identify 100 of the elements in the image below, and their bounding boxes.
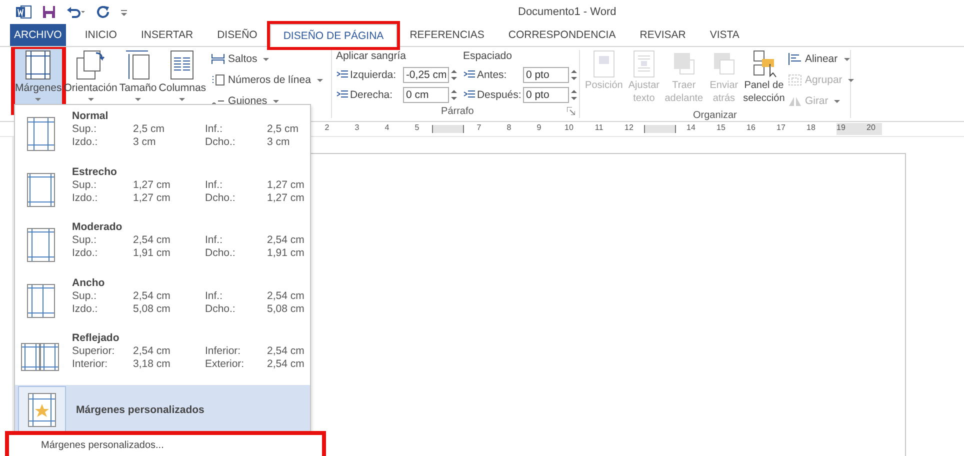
indent-icon <box>462 70 475 80</box>
group-icon <box>788 74 802 86</box>
spin-field[interactable]: 0 pto <box>522 67 569 83</box>
ribbon-tab[interactable]: INSERTAR <box>130 24 204 46</box>
margin-value: Izdo.: <box>72 192 99 204</box>
spin-field[interactable]: 0 cm <box>402 87 449 103</box>
preset-name: Moderado <box>72 220 124 234</box>
group-label: Párrafo <box>441 106 474 116</box>
ribbon-tab[interactable]: REVISAR <box>628 24 697 46</box>
spin-field[interactable]: -0,25 cm <box>402 67 449 83</box>
preset-name: Estrecho <box>72 164 118 178</box>
section-heading: Aplicar sangría <box>336 50 407 64</box>
spin-field[interactable]: 0 pto <box>522 87 569 103</box>
margin-preset[interactable]: Estrecho Sup.: 1,27 cm Inf.: 1,27 cm Izdo.: 1,27 cm Dcho.: 1,27 cm <box>15 162 310 218</box>
margin-value: Inf.: <box>205 234 224 247</box>
margin-value: Izdo.: <box>72 136 99 149</box>
preset-name: Reflejado <box>72 331 120 345</box>
margin-value: 2,5 cm <box>133 123 166 136</box>
margin-value: Izdo.: <box>72 247 99 260</box>
margin-value: 3,18 cm <box>133 358 172 371</box>
indent-icon <box>336 70 348 80</box>
margin-value: Inf.: <box>205 290 224 302</box>
ribbon-button[interactable]: Saltos <box>211 50 323 68</box>
menu-item[interactable]: Márgenes personalizados... <box>9 434 322 456</box>
margin-value: 2,54 cm <box>267 290 304 302</box>
margin-value: 1,91 cm <box>133 247 172 260</box>
caret-icon <box>88 98 94 101</box>
indent-icon <box>462 90 475 100</box>
ribbon-tab[interactable]: INICIO <box>74 24 128 46</box>
margin-value: Dcho.: <box>205 302 236 316</box>
preset-name: Normal <box>72 109 110 123</box>
caret-icon <box>834 100 840 102</box>
caret-icon <box>844 58 850 60</box>
margin-preset[interactable]: Moderado Sup.: 2,54 cm Inf.: 2,54 cm Izdo.: 1,91 cm Dcho.: 1,91 cm <box>15 218 310 274</box>
ribbon-button[interactable]: Números de línea <box>211 71 323 89</box>
ribbon-tab[interactable]: ARCHIVO <box>10 24 66 46</box>
margin-value: Inf.: <box>205 178 224 192</box>
caret-icon <box>316 78 323 82</box>
page-margins-icon <box>27 284 55 318</box>
preset-name: Ancho <box>72 276 106 290</box>
customize-icon[interactable] <box>120 7 128 17</box>
tab-marker-icon[interactable] <box>432 125 464 133</box>
caret-icon <box>179 98 186 101</box>
page-margins-icon <box>27 228 55 262</box>
page-margins-icon <box>27 172 55 206</box>
page-size-icon <box>125 50 152 80</box>
ribbon-tab[interactable]: CORRESPONDENCIA <box>497 24 627 46</box>
ribbon-tab[interactable]: DISEÑO DE PÁGINA <box>270 24 397 47</box>
word-logo-icon <box>16 5 32 19</box>
facing-pages-icon <box>21 343 59 371</box>
margin-value: 3 cm <box>267 136 291 149</box>
margin-value: 2,54 cm <box>267 234 304 247</box>
margin-value: Sup.: <box>72 290 98 302</box>
ribbon-button[interactable]: Alinear <box>788 50 854 68</box>
custom-margins-icon <box>28 392 56 426</box>
columns-icon <box>170 50 194 80</box>
margin-value: 5,08 cm <box>133 302 172 316</box>
margin-value: 1,27 cm <box>267 178 304 192</box>
caret-icon <box>848 78 854 82</box>
margin-value: 2,54 cm <box>267 358 304 371</box>
lines-icon <box>211 74 226 86</box>
margin-preset[interactable]: Ancho Sup.: 2,54 cm Inf.: 2,54 cm Izdo.: 5,08 cm Dcho.: 5,08 cm <box>15 274 310 329</box>
margin-preset[interactable]: Reflejado Superior: 2,54 cm Inferior: 2,54 cm Interior: 3,18 cm Exterior: 2,54 cm <box>15 329 310 384</box>
field-label: Después: <box>476 89 521 101</box>
margin-value: 2,54 cm <box>133 290 172 302</box>
ribbon-tab[interactable]: VISTA <box>698 24 750 46</box>
preset-name: Márgenes personalizados <box>76 402 204 416</box>
margin-value: 2,54 cm <box>267 345 304 358</box>
margin-value: 2,54 cm <box>133 345 172 358</box>
group-label: Organizar <box>692 110 737 121</box>
field-label: Derecha: <box>350 89 394 101</box>
undo-icon[interactable] <box>66 5 86 19</box>
margin-value: 1,27 cm <box>133 178 172 192</box>
margin-value: 3 cm <box>133 136 157 149</box>
margin-value: 1,27 cm <box>267 192 304 204</box>
ribbon-tab[interactable]: DISEÑO <box>206 24 268 46</box>
page-margins-icon <box>25 50 52 80</box>
margin-value: Exterior: <box>205 358 246 371</box>
window-title: Documento1 - Word <box>518 6 616 18</box>
indent-icon <box>336 90 348 100</box>
margin-value: 1,27 cm <box>133 192 172 204</box>
page-margins-icon <box>27 117 55 151</box>
caret-icon <box>263 58 270 60</box>
ribbon-button[interactable]: Panel de selección <box>744 50 784 110</box>
ribbon-tab[interactable]: REFERENCIAS <box>398 24 496 46</box>
margin-value: 2,54 cm <box>133 234 172 247</box>
margin-value: 1,91 cm <box>267 247 304 260</box>
field-label: Antes: <box>476 69 508 81</box>
margin-value: Superior: <box>72 345 116 358</box>
align-icon <box>788 53 802 65</box>
breaks-icon <box>211 53 226 65</box>
page-rotate-icon <box>76 50 106 80</box>
caret-icon <box>35 98 42 101</box>
margin-value: Sup.: <box>72 178 98 192</box>
dialog-launcher-icon[interactable] <box>566 107 575 115</box>
redo-icon[interactable] <box>96 5 110 19</box>
margin-value: Dcho.: <box>205 247 236 260</box>
margin-value: Sup.: <box>72 123 98 136</box>
tab-marker-icon[interactable] <box>644 125 676 133</box>
margin-value: Sup.: <box>72 234 98 247</box>
